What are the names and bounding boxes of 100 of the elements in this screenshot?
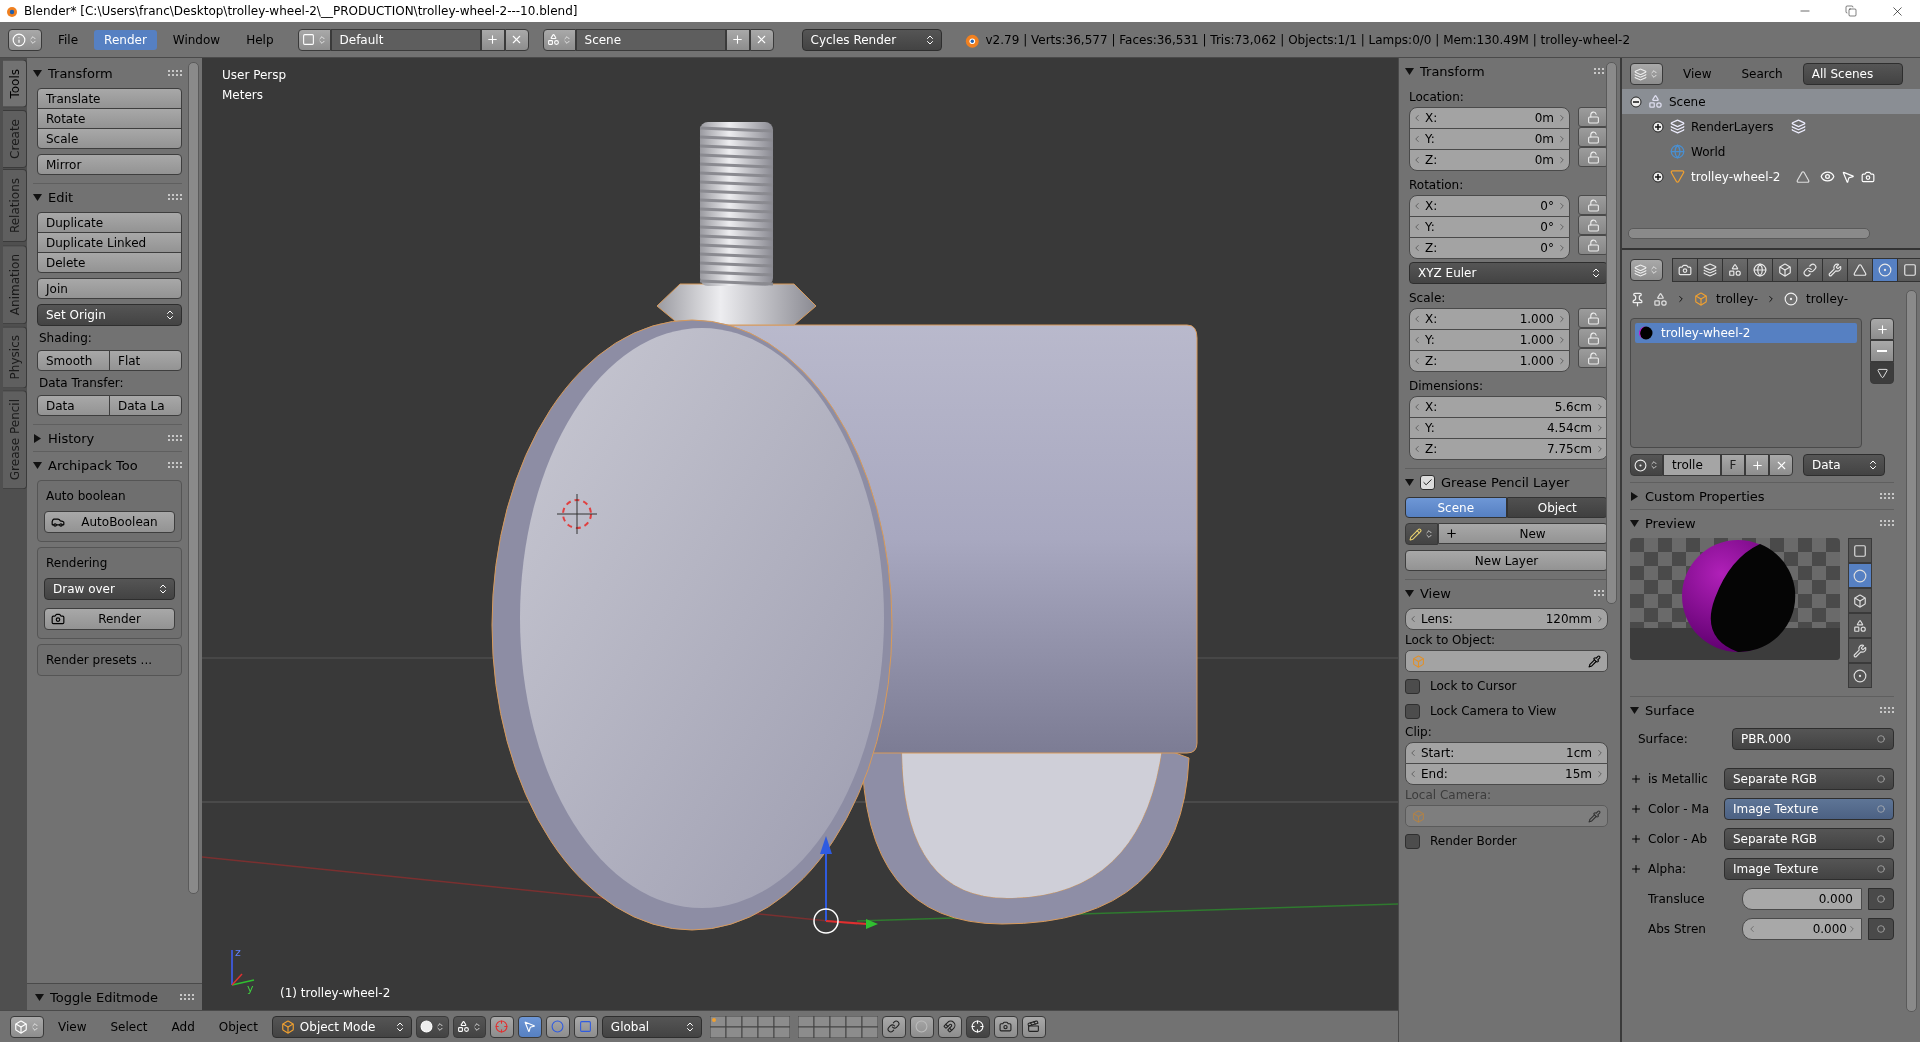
add-layout-button[interactable] [480, 28, 505, 51]
lock-toggle[interactable] [1578, 147, 1608, 167]
collapse-triangle-icon[interactable] [35, 992, 44, 1002]
panel-title[interactable]: Surface [1645, 702, 1695, 718]
editor-type-button[interactable] [1630, 259, 1663, 281]
drag-grip-icon[interactable] [168, 434, 182, 442]
tool-button[interactable]: Data La [109, 395, 182, 416]
scale-manipulator-button[interactable] [573, 1015, 598, 1038]
panel-title[interactable]: Transform [1420, 63, 1485, 79]
collapse-triangle-icon[interactable] [1405, 66, 1414, 76]
lock-toggle[interactable] [1578, 127, 1608, 147]
render-animation-button[interactable] [1021, 1015, 1046, 1038]
collapse-triangle-icon[interactable] [1630, 518, 1639, 528]
checkbox[interactable] [1405, 678, 1420, 694]
context-tab[interactable] [1772, 258, 1798, 282]
menu-item[interactable]: View [1673, 64, 1722, 84]
context-tab[interactable] [1747, 258, 1773, 282]
tree-row[interactable]: World [1622, 139, 1920, 164]
editor-type-button[interactable] [8, 28, 42, 51]
object-field[interactable] [1405, 650, 1608, 672]
menu-item[interactable]: Window [162, 29, 231, 50]
preview-type-button[interactable] [1848, 563, 1872, 588]
drag-grip-icon[interactable] [168, 461, 182, 469]
panel-title[interactable]: Preview [1645, 515, 1696, 531]
expand-socket-icon[interactable] [1630, 773, 1642, 785]
dropdown-menu[interactable]: XYZ Euler [1409, 262, 1608, 284]
eye-icon[interactable] [1820, 169, 1836, 184]
collapse-toggle-icon[interactable] [1630, 95, 1642, 108]
lock-toggle[interactable] [1578, 195, 1608, 215]
collapse-triangle-icon[interactable] [33, 68, 42, 78]
menu-item[interactable]: Object [208, 1016, 268, 1037]
pencil-dropdown[interactable] [1405, 523, 1438, 545]
mode-dropdown[interactable]: Object Mode [271, 1015, 412, 1038]
remove-slot-button[interactable] [1870, 340, 1894, 362]
3d-cursor-icon[interactable] [556, 493, 598, 535]
socket-icon[interactable] [1877, 775, 1885, 783]
preview-type-button[interactable] [1848, 638, 1872, 663]
menu-item[interactable]: Add [161, 1016, 205, 1037]
tree-row[interactable]: Scene [1622, 89, 1920, 114]
context-tab[interactable] [1847, 258, 1873, 282]
context-tab[interactable] [1872, 258, 1898, 282]
render-still-button[interactable] [993, 1015, 1018, 1038]
proportional-edit-button[interactable] [909, 1015, 934, 1038]
tab[interactable]: Tools [3, 60, 27, 108]
drag-grip-icon[interactable] [180, 993, 194, 1001]
tool-button[interactable]: Duplicate Linked [37, 232, 182, 253]
material-name-field[interactable]: trolle [1663, 454, 1721, 476]
menu-item[interactable]: Select [100, 1016, 158, 1037]
orientation-dropdown[interactable]: Global [601, 1015, 702, 1038]
panel-title[interactable]: Transform [48, 65, 113, 81]
layout-name-field[interactable]: Default [330, 28, 481, 51]
pivot-dropdown[interactable] [452, 1015, 486, 1038]
lock-toggle[interactable] [1578, 348, 1608, 368]
context-tab[interactable] [1797, 258, 1823, 282]
add-scene-button[interactable] [725, 28, 750, 51]
tool-button[interactable]: Delete [37, 252, 182, 273]
collapse-triangle-icon[interactable] [1630, 705, 1639, 715]
drag-grip-icon[interactable] [1880, 492, 1894, 500]
tool-button[interactable]: Mirror [37, 154, 182, 175]
tool-button[interactable]: Join [37, 278, 182, 299]
socket-icon[interactable] [1877, 865, 1885, 873]
translate-manipulator-button[interactable] [517, 1015, 542, 1038]
node-dropdown[interactable]: Image Texture [1724, 858, 1894, 880]
transform-manipulator-icon[interactable] [813, 836, 878, 934]
lock-toggle[interactable] [1578, 328, 1608, 348]
scrollbar-thumb[interactable] [1606, 62, 1617, 604]
lock-toggle[interactable] [1578, 107, 1608, 127]
tool-button[interactable]: Render [44, 608, 175, 630]
panel-title[interactable]: Edit [48, 189, 74, 205]
pin-icon[interactable] [1630, 291, 1645, 307]
collapse-triangle-icon[interactable] [1405, 477, 1414, 487]
editor-type-button[interactable] [1630, 63, 1663, 85]
display-mode-dropdown[interactable]: All Scenes [1802, 63, 1903, 85]
dropdown-menu[interactable]: Set Origin [37, 304, 182, 326]
lock-toggle[interactable] [1578, 215, 1608, 235]
node-dropdown[interactable]: Separate RGB [1724, 768, 1894, 790]
tree-row[interactable]: RenderLayers [1622, 114, 1920, 139]
panel-title[interactable]: Grease Pencil Layer [1441, 474, 1570, 490]
tool-button[interactable]: AutoBoolean [44, 511, 175, 533]
lock-toggle[interactable] [1578, 235, 1608, 255]
socket-button[interactable] [1868, 888, 1894, 910]
lock-toggle[interactable] [1578, 308, 1608, 328]
eyedropper-icon[interactable] [1588, 654, 1601, 668]
collapse-triangle-icon[interactable] [1405, 588, 1414, 598]
context-tab[interactable] [1897, 258, 1920, 282]
tree-row[interactable]: trolley-wheel-2 [1622, 164, 1920, 189]
shading-dropdown[interactable] [415, 1015, 449, 1038]
scene-name-field[interactable]: Scene [575, 28, 726, 51]
browse-material-button[interactable] [1630, 454, 1663, 476]
panel-title[interactable]: View [1420, 585, 1451, 601]
expand-toggle-icon[interactable] [1652, 170, 1664, 183]
panel-title[interactable]: Archipack Too [48, 457, 138, 473]
tool-button[interactable]: Flat [109, 350, 182, 371]
socket-icon[interactable] [1877, 835, 1885, 843]
new-layer-button[interactable]: New Layer [1405, 550, 1608, 571]
panel-title[interactable]: Custom Properties [1645, 488, 1765, 504]
new-button[interactable]: New [1438, 523, 1608, 544]
context-tab[interactable] [1722, 258, 1748, 282]
add-slot-button[interactable] [1870, 318, 1894, 340]
drag-grip-icon[interactable] [168, 69, 182, 77]
